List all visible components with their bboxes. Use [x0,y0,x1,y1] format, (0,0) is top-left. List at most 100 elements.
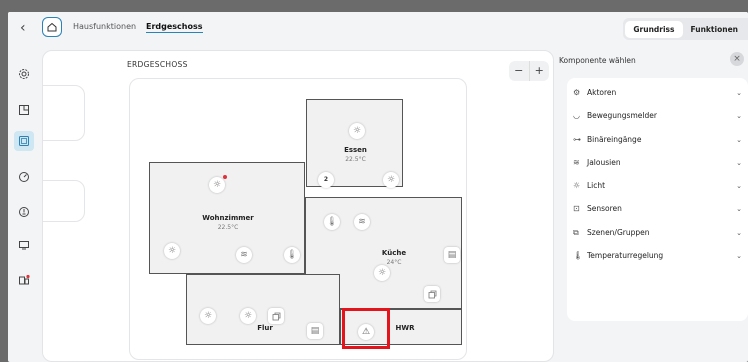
scene-icon[interactable] [268,308,284,324]
heating-icon[interactable]: ≋ [236,247,252,263]
list-item-binaereingaenge[interactable]: ⊶ Binäreingänge ⌄ [567,128,748,151]
zoom-in-button[interactable]: + [530,61,550,81]
light-icon[interactable]: ☼ [240,308,256,324]
list-item-szenen-gruppen[interactable]: ⧉ Szenen/Gruppen ⌄ [567,221,748,244]
component-list: ⚙ Aktoren ⌄ ◡ Bewegungsmelder ⌄ ⊶ Binäre… [567,78,748,321]
sidebar-item-settings[interactable] [14,64,34,84]
chevron-down-icon: ⌄ [736,204,742,213]
security-icon [19,207,29,217]
canvas-title: ERDGESCHOSS [127,60,188,69]
tab-grundriss[interactable]: Grundriss [625,20,683,38]
sensor-icon: ⊡ [573,204,580,213]
binary-input-icon: ⊶ [573,135,581,144]
room-wohnzimmer[interactable]: ☼ Wohnzimmer 22.5°C ☼ ≋ 🌡 [149,162,305,274]
room-essen[interactable]: ☼ Essen 22.5°C 2 ☼ [306,99,403,188]
room-temperature: 24°C [386,259,402,266]
list-item-label: Bewegungsmelder [587,111,657,120]
light-icon[interactable]: ☼ [374,265,390,281]
blind-icon[interactable]: ▤ [444,247,460,263]
sensor-icon[interactable]: ▤ [307,323,323,339]
room-flur[interactable]: ☼ ☼ Flur ▤ [186,274,340,345]
home-icon [47,22,57,32]
light-icon[interactable]: ☼ [209,175,227,193]
list-item-label: Szenen/Gruppen [587,228,650,237]
gauge-icon [19,172,29,182]
light-icon[interactable]: ☼ [383,172,399,188]
room-label: Essen [344,146,367,154]
chevron-down-icon: ⌄ [736,228,742,237]
alert-badge [223,175,227,179]
sidebar-item-security[interactable] [14,202,34,222]
zoom-control: − + [509,61,549,81]
motion-sensor-icon: ◡ [573,111,580,120]
list-item-label: Binäreingänge [587,135,642,144]
light-icon[interactable]: ☼ [164,243,180,259]
list-item-label: Sensoren [587,204,622,213]
room-temperature: 22.5°C [345,156,366,163]
sidebar-item-devices[interactable] [14,270,34,290]
list-item-temperaturregelung[interactable]: 🌡 Temperaturregelung ⌄ [567,244,748,267]
chevron-down-icon: ⌄ [736,88,742,97]
heating-icon[interactable]: ≋ [354,214,370,230]
list-item-aktoren[interactable]: ⚙ Aktoren ⌄ [567,81,748,104]
settings-icon [19,69,29,79]
breadcrumb-hausfunktionen[interactable]: Hausfunktionen [73,22,136,31]
room-temperature: 22.5°C [217,224,239,231]
scene-icon[interactable] [424,286,440,302]
list-item-bewegungsmelder[interactable]: ◡ Bewegungsmelder ⌄ [567,104,748,127]
side-card-bottom[interactable] [43,180,85,222]
home-button[interactable] [42,17,62,37]
light-icon: ☼ [573,181,581,190]
list-item-licht[interactable]: ☼ Licht ⌄ [567,174,748,197]
scene-glyph-icon [428,290,436,298]
room-label: Flur [257,324,273,332]
warning-icon[interactable]: ⚠ [358,324,374,340]
chevron-down-icon: ⌄ [736,251,742,260]
room-label: HWR [395,324,415,332]
side-card-top[interactable] [43,85,85,141]
light-icon[interactable]: ☼ [200,308,216,324]
view-toggle: Grundriss Funktionen [623,18,748,40]
chevron-down-icon: ⌄ [736,111,742,120]
room-label: Wohnzimmer [202,214,254,222]
light-icon[interactable]: ☼ [349,123,365,139]
chevron-down-icon: ⌄ [736,181,742,190]
breadcrumb-erdgeschoss[interactable]: Erdgeschoss [146,22,203,33]
component-panel: Komponente wählen × ⚙ Aktoren ⌄ ◡ Bewegu… [557,50,748,362]
device-count-badge[interactable]: 2 [318,172,334,188]
list-item-label: Temperaturregelung [587,251,664,260]
top-bar: ‹ Hausfunktionen Erdgeschoss Grundriss F… [8,12,748,42]
close-button[interactable]: × [730,52,744,66]
thermostat-icon[interactable]: 🌡 [324,214,340,230]
thermostat-icon[interactable]: 🌡 [284,247,300,263]
chevron-down-icon: ⌄ [736,135,742,144]
room-label: Küche [381,249,407,257]
list-item-label: Jalousien [587,158,621,167]
dashboard-icon [19,136,29,146]
actuator-icon: ⚙ [573,88,581,97]
floorplan-canvas[interactable]: ERDGESCHOSS − + ☼ Essen 22.5°C 2 ☼ ☼ Woh… [42,50,554,362]
list-item-label: Aktoren [587,88,617,97]
scene-icon: ⧉ [573,227,579,237]
light-icon-glyph: ☼ [212,179,222,190]
thermostat-icon: 🌡 [573,251,584,260]
blinds-icon: ≋ [573,158,580,167]
scene-glyph-icon [272,312,280,320]
sidebar-item-floorplan[interactable] [14,100,34,120]
display-icon [19,241,29,250]
devices-icon [19,274,30,285]
sidebar-item-gauge[interactable] [14,167,34,187]
chevron-down-icon: ⌄ [736,158,742,167]
app-window: ‹ Hausfunktionen Erdgeschoss Grundriss F… [8,12,748,362]
zoom-out-button[interactable]: − [509,61,530,81]
sidebar-item-dashboard[interactable] [14,131,34,151]
sidebar-item-display[interactable] [14,235,34,255]
panel-title: Komponente wählen [559,56,636,65]
back-button[interactable]: ‹ [20,20,26,36]
tab-funktionen[interactable]: Funktionen [683,21,747,38]
floorplan-icon [19,105,29,115]
list-item-sensoren[interactable]: ⊡ Sensoren ⌄ [567,197,748,220]
alert-highlight[interactable]: ⚠ [342,308,390,349]
list-item-label: Licht [587,181,606,190]
list-item-jalousien[interactable]: ≋ Jalousien ⌄ [567,151,748,174]
